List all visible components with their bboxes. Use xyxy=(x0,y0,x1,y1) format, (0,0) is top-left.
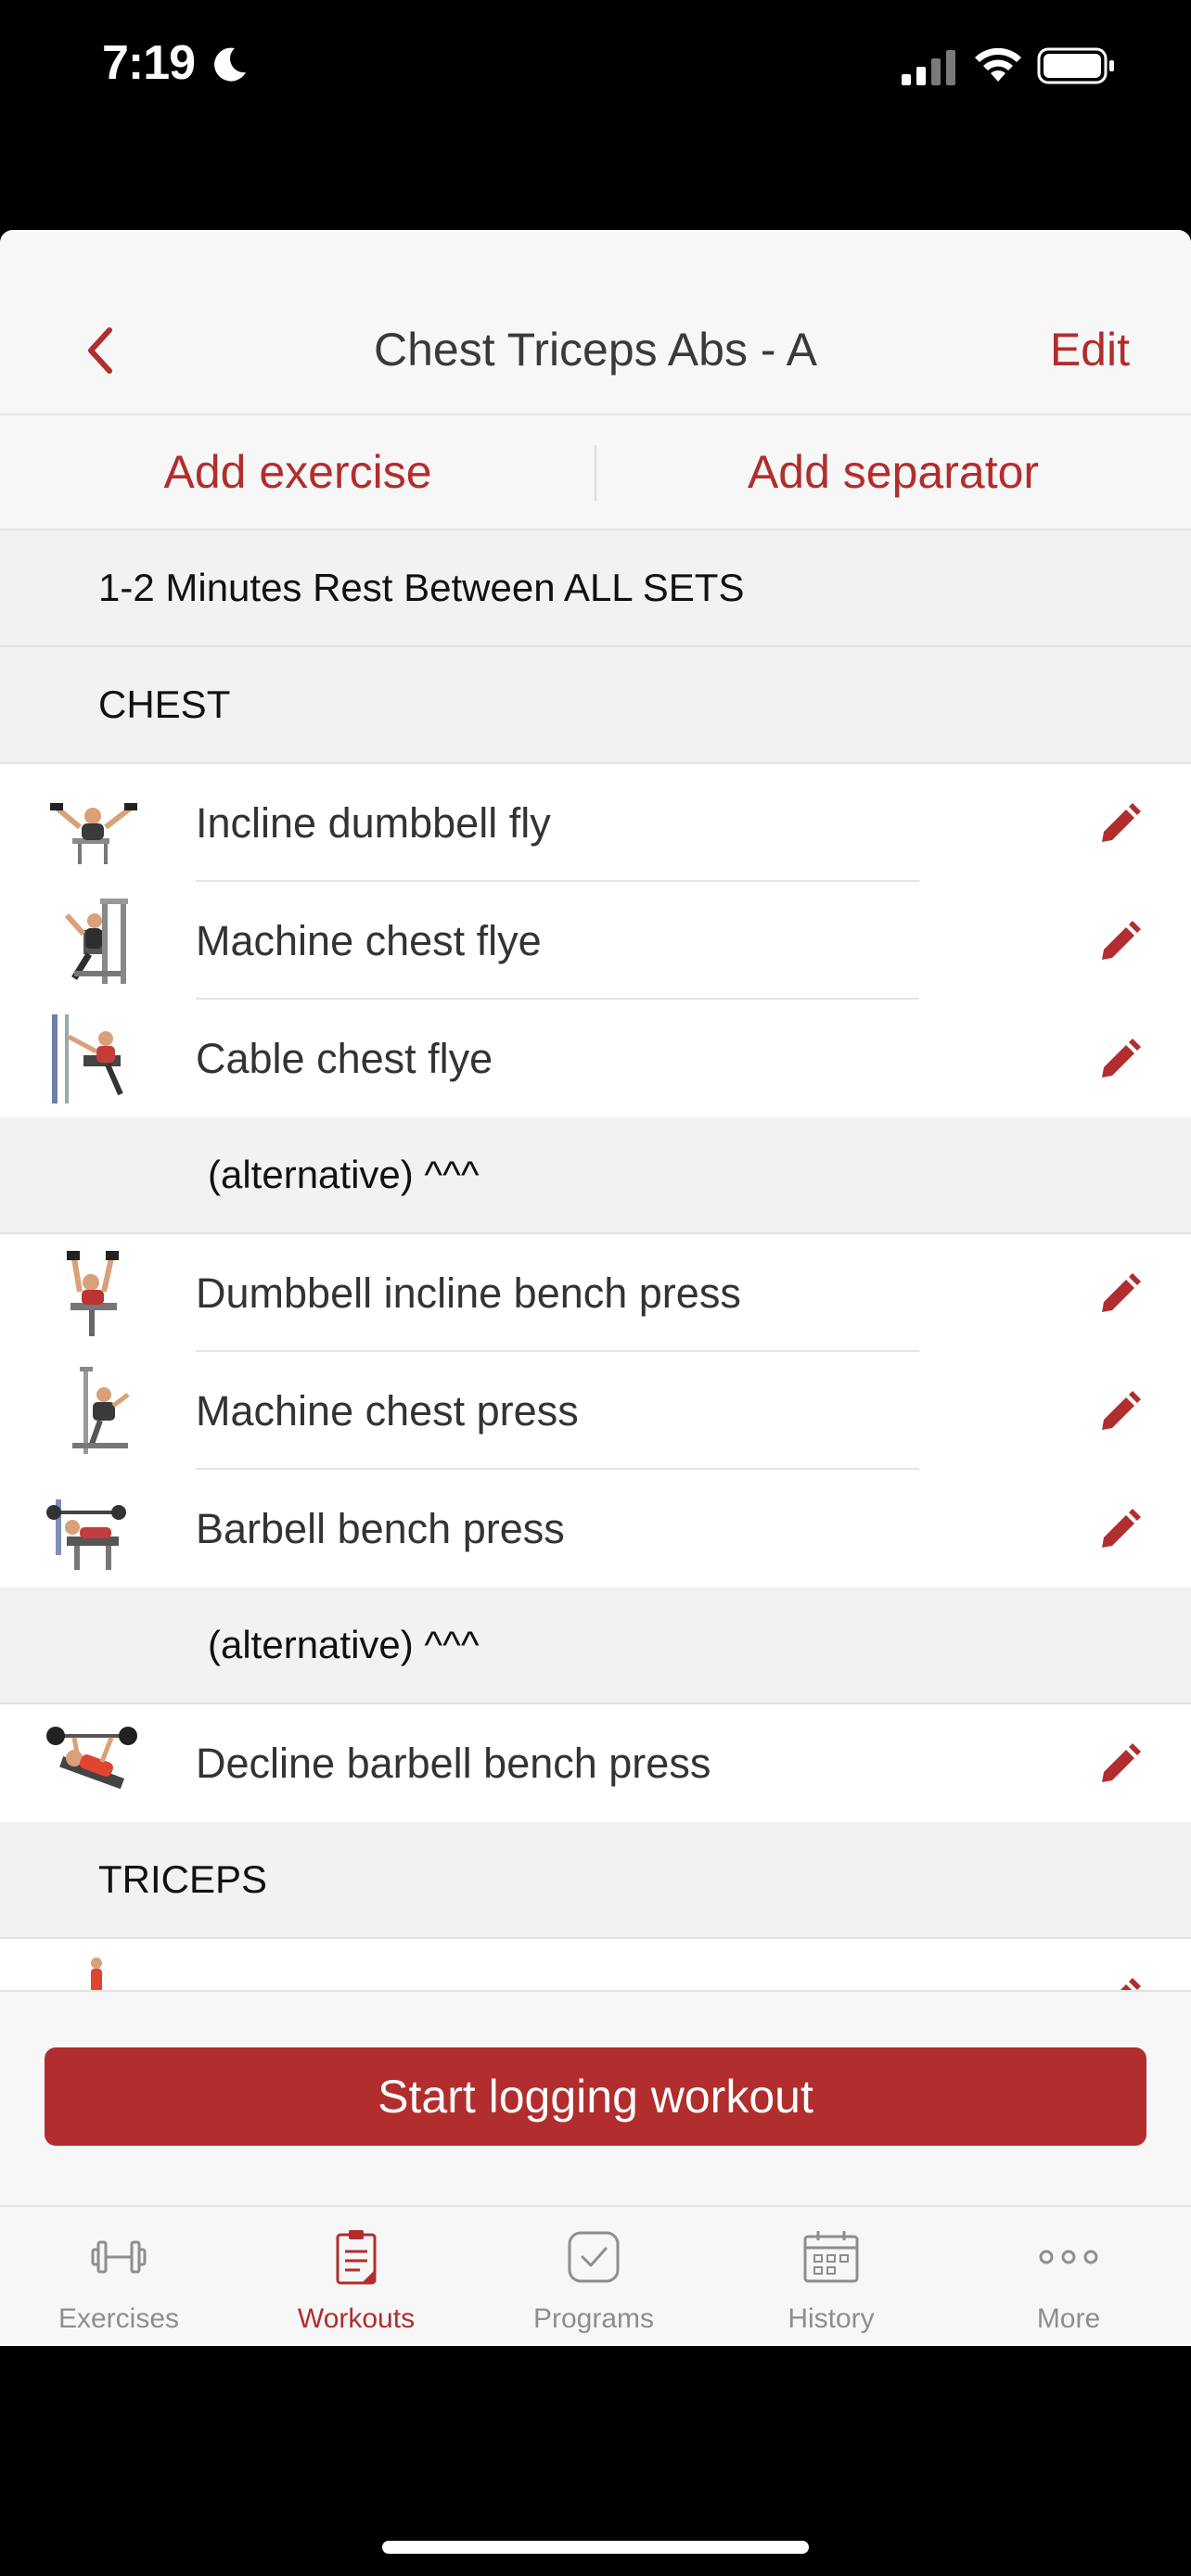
exercise-row[interactable]: Dumbbell incline bench press xyxy=(0,1234,1191,1352)
dumbbell-icon xyxy=(91,2240,147,2274)
exercise-name: Machine chest flye xyxy=(196,917,542,964)
add-separator-button[interactable]: Add separator xyxy=(596,415,1191,529)
separator-row[interactable]: (alternative) ^^^ xyxy=(0,1588,1191,1704)
pencil-edit-icon[interactable] xyxy=(1095,1507,1143,1555)
tab-history[interactable]: History xyxy=(712,2207,950,2346)
tab-programs[interactable]: Programs xyxy=(475,2207,712,2346)
separator-row[interactable]: 1-2 Minutes Rest Between ALL SETS xyxy=(0,530,1191,647)
exercise-thumbnail-icon xyxy=(72,1367,130,1454)
separator-row[interactable]: TRICEPS xyxy=(0,1822,1191,1939)
exercise-name: Decline barbell bench press xyxy=(196,1740,711,1787)
exercise-name: Cable chest flye xyxy=(196,1035,493,1082)
status-bar: 7:19 xyxy=(0,0,1191,130)
exercise-row[interactable]: Incline dumbbell fly xyxy=(0,764,1191,882)
exercise-thumbnail-icon xyxy=(50,803,137,864)
exercise-row[interactable]: Machine chest flye xyxy=(0,882,1191,1000)
tab-label: More xyxy=(1036,2303,1101,2334)
exercise-name: Barbell bench press xyxy=(196,1505,565,1552)
pencil-edit-icon[interactable] xyxy=(1095,801,1143,849)
home-indicator[interactable] xyxy=(382,2541,809,2554)
battery-icon xyxy=(1037,47,1114,84)
clipboard-icon xyxy=(336,2230,377,2285)
moon-icon xyxy=(214,47,246,82)
exercise-name: Machine chest press xyxy=(196,1387,579,1435)
exercise-row[interactable]: Decline barbell bench press xyxy=(0,1704,1191,1822)
separator-label: CHEST xyxy=(98,682,231,726)
separator-row[interactable]: (alternative) ^^^ xyxy=(0,1117,1191,1234)
exercise-row[interactable]: Cable chest flye xyxy=(0,1000,1191,1117)
workout-sheet: Chest Triceps Abs - A Edit Add exercise … xyxy=(0,230,1191,2344)
edit-button[interactable]: Edit xyxy=(1050,323,1130,376)
exercise-thumbnail-icon xyxy=(46,1499,126,1570)
exercise-row[interactable]: Machine chest press xyxy=(0,1352,1191,1470)
page-title: Chest Triceps Abs - A xyxy=(374,324,817,376)
pencil-edit-icon[interactable] xyxy=(1095,919,1143,967)
pencil-edit-icon[interactable] xyxy=(1095,1037,1143,1085)
cellular-signal-icon xyxy=(902,50,955,85)
status-time: 7:19 xyxy=(102,36,196,90)
separator-label: 1-2 Minutes Rest Between ALL SETS xyxy=(98,566,745,609)
tab-label: Exercises xyxy=(58,2303,180,2334)
separator-row[interactable]: CHEST xyxy=(0,647,1191,764)
separator-label: (alternative) ^^^ xyxy=(208,1623,480,1666)
start-logging-workout-button[interactable]: Start logging workout xyxy=(45,2047,1146,2146)
exercise-name: Incline dumbbell fly xyxy=(196,799,551,847)
tab-bar: Exercises Workouts Programs History More xyxy=(0,2205,1191,2346)
action-bar: Add exercise Add separator xyxy=(0,415,1191,530)
navigation-bar: Chest Triceps Abs - A Edit xyxy=(0,230,1191,415)
exercise-list[interactable]: 1-2 Minutes Rest Between ALL SETS CHEST … xyxy=(0,530,1191,2218)
tab-label: Programs xyxy=(532,2303,655,2334)
pencil-edit-icon[interactable] xyxy=(1095,1741,1143,1790)
wifi-icon xyxy=(975,47,1021,82)
pencil-edit-icon[interactable] xyxy=(1095,1389,1143,1437)
pencil-edit-icon[interactable] xyxy=(1095,1271,1143,1320)
add-exercise-button[interactable]: Add exercise xyxy=(0,415,596,529)
exercise-thumbnail-icon xyxy=(64,899,128,984)
separator-label: (alternative) ^^^ xyxy=(208,1153,480,1196)
tab-label: Workouts xyxy=(297,2303,416,2334)
tab-label: History xyxy=(788,2303,875,2334)
exercise-thumbnail-icon xyxy=(67,1251,119,1336)
exercise-row[interactable]: Barbell bench press xyxy=(0,1470,1191,1588)
tab-more[interactable]: More xyxy=(950,2207,1187,2346)
exercise-thumbnail-icon xyxy=(52,1014,123,1103)
checkbox-icon xyxy=(568,2231,620,2283)
exercise-thumbnail-icon xyxy=(46,1727,137,1790)
tab-workouts[interactable]: Workouts xyxy=(237,2207,475,2346)
more-dots-icon xyxy=(1039,2250,1098,2264)
calendar-icon xyxy=(803,2231,859,2283)
exercise-name: Dumbbell incline bench press xyxy=(196,1269,741,1317)
tab-exercises[interactable]: Exercises xyxy=(0,2207,237,2346)
separator-label: TRICEPS xyxy=(98,1857,268,1901)
